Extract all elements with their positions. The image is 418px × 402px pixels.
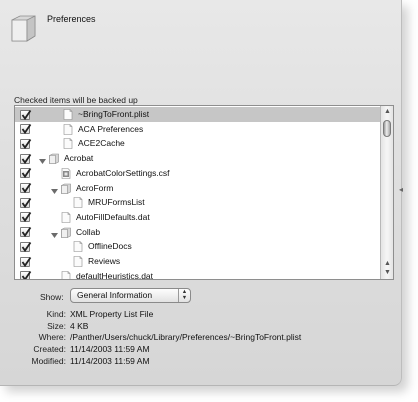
scroll-down-arrow-icon[interactable]: ▼ [383, 269, 392, 276]
document-icon [63, 109, 73, 120]
list-item-label: OfflineDocs [88, 241, 132, 252]
list-item-label: AcroForm [76, 182, 114, 193]
document-icon [73, 241, 83, 253]
backup-checkbox[interactable] [20, 153, 32, 164]
disclosure-triangle-icon[interactable] [51, 185, 58, 194]
document-icon [63, 123, 73, 135]
backup-item-list[interactable]: ~BringToFront.plist ACA Preferences ACE2Ca… [14, 105, 394, 280]
list-item[interactable]: Collab [15, 225, 381, 240]
list-item[interactable]: Reviews [15, 254, 381, 269]
disclosure-triangle-icon[interactable] [39, 155, 46, 165]
folder-icon [61, 227, 71, 238]
backup-checkbox[interactable] [20, 197, 32, 208]
list-item-label: AcrobatColorSettings.csf [76, 167, 170, 178]
backup-checkbox[interactable] [20, 271, 32, 279]
settings-file-icon [61, 167, 71, 179]
document-icon [63, 138, 73, 150]
list-caption: Checked items will be backed up [14, 95, 138, 105]
scroll-up-arrow-icon[interactable]: ▲ [383, 260, 392, 267]
scroll-thumb[interactable] [383, 120, 391, 137]
list-item[interactable]: defaultHeuristics.dat [15, 269, 381, 280]
backup-checkbox[interactable] [20, 212, 32, 223]
folder-title: Preferences [47, 14, 96, 24]
backup-checkbox[interactable] [20, 256, 32, 267]
list-item-label: defaultHeuristics.dat [76, 270, 154, 280]
list-item[interactable]: OfflineDocs [15, 239, 381, 254]
backup-checkbox[interactable] [20, 227, 32, 238]
info-key: Created: [33, 344, 66, 355]
folder-icon [49, 153, 59, 164]
backup-checkbox[interactable] [20, 168, 32, 179]
show-popup-button[interactable]: General Information ▲ ▼ [70, 288, 191, 303]
info-key: Where: [38, 332, 66, 343]
list-item-label: Acrobat [64, 153, 94, 164]
show-popup-value: General Information [77, 290, 153, 300]
list-item[interactable]: ACE2Cache [15, 136, 381, 151]
list-item-label: Collab [76, 226, 101, 237]
backup-checkbox[interactable] [20, 182, 32, 194]
list-item-label: ACE2Cache [78, 138, 125, 149]
info-key: Kind: [46, 309, 66, 319]
info-key: Size: [47, 320, 66, 331]
document-icon [61, 212, 71, 223]
backup-checkbox[interactable] [20, 124, 32, 135]
info-value: /Panther/Users/chuck/Library/Preferences… [70, 332, 302, 343]
backup-checkbox[interactable] [20, 109, 32, 120]
list-item[interactable]: Acrobat [15, 151, 381, 166]
scroll-up-arrow-icon[interactable]: ▲ [383, 108, 392, 115]
list-item[interactable]: AcrobatColorSettings.csf [15, 166, 381, 181]
folder-icon [11, 14, 36, 42]
list-item-label: Reviews [88, 256, 121, 266]
list-item-label: AutoFillDefaults.dat [76, 211, 150, 222]
info-value: 11/14/2003 11:59 AM [70, 344, 150, 355]
list-item-label: ~BringToFront.plist [78, 109, 150, 119]
list-item[interactable]: ACA Preferences [15, 122, 381, 137]
info-value: XML Property List File [70, 309, 154, 319]
backup-window: Preferences Checked items will be backed… [0, 0, 402, 386]
disclosure-triangle-icon[interactable] [51, 229, 58, 238]
info-key: Modified: [31, 355, 67, 366]
vertical-scrollbar[interactable]: ▲ ▲ ▼ [380, 106, 393, 279]
document-icon [61, 270, 71, 279]
list-item[interactable]: AutoFillDefaults.dat [15, 210, 381, 225]
popup-arrows-icon: ▲ ▼ [178, 289, 190, 302]
info-value: 4 KB [70, 320, 89, 331]
document-icon [73, 256, 83, 267]
info-value: 11/14/2003 11:59 AM [70, 355, 150, 366]
folder-icon [61, 183, 71, 194]
list-item[interactable]: ~BringToFront.plist [15, 107, 381, 122]
list-item-label: ACA Preferences [78, 123, 144, 134]
show-label: Show: [40, 292, 64, 302]
drawer-handle-icon[interactable]: ◂ [399, 186, 403, 194]
list-item[interactable]: AcroForm [15, 181, 381, 196]
backup-checkbox[interactable] [20, 138, 32, 149]
list-item[interactable]: MRUFormsList [15, 195, 381, 210]
backup-checkbox[interactable] [20, 241, 32, 252]
document-icon [73, 197, 83, 208]
list-item-label: MRUFormsList [88, 197, 145, 208]
